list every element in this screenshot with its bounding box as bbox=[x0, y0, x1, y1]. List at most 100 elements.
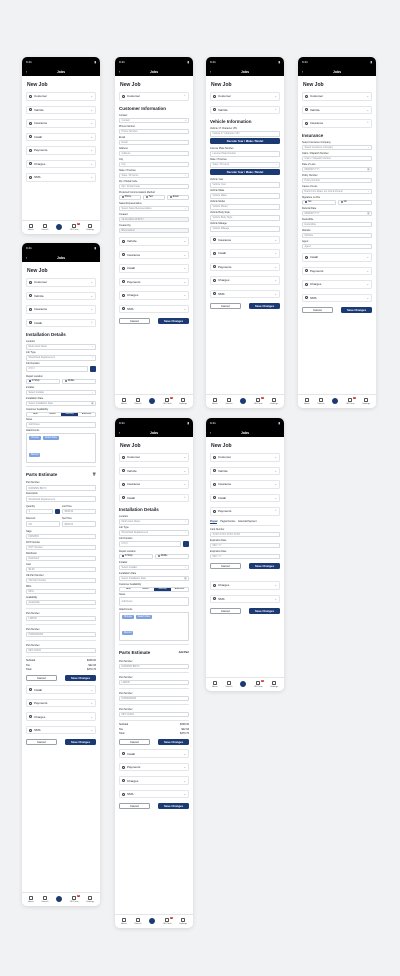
installation-date-field[interactable]: Select Installation Date ▦ bbox=[119, 575, 189, 581]
save-button[interactable]: Save Changes bbox=[65, 739, 96, 746]
contact-field[interactable]: Contact + bbox=[119, 117, 189, 123]
section-customer[interactable]: Customer ⌄ bbox=[210, 453, 280, 462]
deductible-field[interactable]: Deductible bbox=[302, 221, 372, 227]
section-charges[interactable]: Charges ⌄ bbox=[302, 280, 372, 289]
year-field[interactable]: Vehicle Year bbox=[210, 182, 280, 188]
nav-oe-parts[interactable]: 2 OE Parts bbox=[254, 396, 264, 405]
avail-morning[interactable]: Morning bbox=[61, 412, 78, 416]
section-sms[interactable]: SMS ⌄ bbox=[26, 725, 96, 735]
body-field[interactable]: Vehicle Body Style bbox=[210, 215, 280, 221]
section-install[interactable]: Install ⌄ bbox=[119, 264, 189, 273]
back-icon[interactable]: ‹ bbox=[26, 256, 27, 260]
jobtype-select[interactable]: Windshield Replacement ⌄ bbox=[119, 530, 189, 536]
section-payments[interactable]: Payments ⌄ bbox=[302, 266, 372, 275]
avail-after[interactable]: After bbox=[120, 588, 137, 591]
attach-files-button[interactable]: Attach Files bbox=[135, 614, 152, 619]
pref-text[interactable]: Text bbox=[143, 194, 165, 200]
zip-field[interactable]: Zip / Postal Code bbox=[119, 183, 189, 189]
back-icon[interactable]: ‹ bbox=[119, 70, 120, 74]
part-row-field[interactable]: MF3 CGM1 bbox=[119, 711, 189, 718]
distributor-field[interactable]: Distributor bbox=[26, 555, 96, 562]
nav-settings[interactable]: Settings bbox=[362, 398, 370, 405]
plate-state-select[interactable]: State / Province ⌄ bbox=[210, 162, 280, 168]
section-sms[interactable]: SMS ⌄ bbox=[302, 293, 372, 302]
cause-select[interactable]: Rock From Road, Ice Crat & Pursuit ⌄ bbox=[302, 188, 372, 194]
jobtype-select[interactable]: Windshield Replacement ⌄ bbox=[26, 355, 96, 361]
nav-add[interactable] bbox=[240, 681, 246, 688]
city-field[interactable]: City bbox=[119, 161, 189, 167]
sig-yes[interactable]: Yes bbox=[302, 199, 336, 205]
part-number-field[interactable]: DW02581 BRYN bbox=[26, 485, 96, 491]
section-install[interactable]: Install ⌄ bbox=[210, 493, 280, 502]
section-vehicle[interactable]: Vehicle ⌄ bbox=[302, 105, 372, 114]
section-vehicle[interactable]: Vehicle ⌄ bbox=[119, 466, 189, 475]
installer-select[interactable]: Select Installer ⌄ bbox=[26, 389, 96, 395]
choose-button[interactable]: Choose bbox=[29, 436, 41, 440]
record-button[interactable]: Record bbox=[29, 452, 41, 457]
cost-field[interactable]: $0.00 bbox=[26, 566, 96, 573]
section-charges[interactable]: Charges ⌄ bbox=[26, 712, 96, 721]
nav-oe-parts[interactable]: 2 OE Parts bbox=[163, 916, 173, 925]
section-install[interactable]: Install ⌄ bbox=[119, 749, 189, 758]
email-field[interactable]: Email bbox=[119, 139, 189, 145]
nav-search[interactable]: Search bbox=[41, 224, 48, 231]
section-payments[interactable]: Payments ⌄ bbox=[119, 277, 189, 286]
section-insurance[interactable]: Insurance ⌄ bbox=[210, 480, 280, 489]
location-select[interactable]: Metro Auto Glass ⌄ bbox=[119, 519, 189, 525]
section-install[interactable]: Install ⌄ bbox=[26, 132, 96, 141]
section-vehicle[interactable]: Vehicle ⌄ bbox=[210, 466, 280, 475]
back-icon[interactable]: ‹ bbox=[302, 70, 303, 74]
clock-icon[interactable] bbox=[90, 366, 96, 372]
save-button[interactable]: Save Changes bbox=[249, 608, 280, 614]
save-button[interactable]: Save Changes bbox=[158, 739, 189, 746]
decode-plate-button[interactable]: Decode Year / Make / Model bbox=[210, 169, 280, 175]
nags-field[interactable]: FW02581 bbox=[26, 533, 96, 540]
section-payments[interactable]: Payments ⌄ bbox=[26, 698, 96, 708]
save-button[interactable]: Save Changes bbox=[65, 675, 96, 682]
save-button[interactable]: Save Changes bbox=[341, 307, 372, 313]
nav-home[interactable]: Home bbox=[28, 896, 34, 903]
nav-oe-parts[interactable]: 2 OE Parts bbox=[346, 396, 356, 405]
save-button[interactable]: Save Changes bbox=[249, 563, 280, 569]
part-row-field[interactable]: MF3 CGM1 bbox=[26, 647, 96, 654]
section-insurance[interactable]: Insurance ⌃ bbox=[302, 119, 372, 128]
quantity-field[interactable]: 1 bbox=[26, 508, 53, 515]
section-sms[interactable]: SMS ⌄ bbox=[119, 304, 189, 313]
nav-settings[interactable]: Settings bbox=[86, 224, 94, 231]
section-install[interactable]: Install ⌄ bbox=[26, 685, 96, 694]
cancel-button[interactable]: Cancel bbox=[210, 563, 241, 569]
cancel-button[interactable]: Cancel bbox=[302, 307, 333, 313]
plus-icon[interactable]: + bbox=[185, 119, 186, 122]
loss-date-field[interactable]: MM/DD/YYYY ▦ bbox=[302, 166, 372, 172]
avail-afternoon[interactable]: Afternoon bbox=[171, 588, 188, 591]
repair-in-shop[interactable]: In Shop bbox=[26, 378, 60, 384]
avail-afternoon[interactable]: Afternoon bbox=[78, 413, 95, 416]
section-insurance[interactable]: Insurance ⌄ bbox=[119, 480, 189, 489]
vin-field[interactable]: Vehicle 17 Character VIN bbox=[210, 131, 280, 137]
nav-home[interactable]: Home bbox=[212, 398, 218, 405]
back-icon[interactable]: ‹ bbox=[26, 70, 27, 74]
list-price-field[interactable]: $338.00 bbox=[62, 508, 96, 515]
section-install[interactable]: Install ⌄ bbox=[210, 249, 280, 258]
nav-add[interactable] bbox=[56, 896, 62, 903]
cancel-button[interactable]: Cancel bbox=[210, 608, 241, 614]
nav-home[interactable]: Home bbox=[121, 918, 127, 925]
part-row-field[interactable]: HW00000000 bbox=[119, 695, 189, 702]
repair-mobile[interactable]: Mobile bbox=[155, 553, 189, 559]
section-vehicle[interactable]: Vehicle ⌄ bbox=[26, 291, 96, 300]
attach-files-button[interactable]: Attach Files bbox=[42, 436, 59, 440]
mfg-field[interactable]: MFG bbox=[26, 588, 96, 595]
discount-field[interactable]: 0% bbox=[26, 521, 60, 527]
description-field[interactable]: Windshield Replacement bbox=[26, 496, 96, 502]
nav-add[interactable] bbox=[240, 398, 246, 405]
nav-add[interactable] bbox=[332, 398, 338, 405]
nav-home[interactable]: Home bbox=[28, 224, 34, 231]
cancel-button[interactable]: Cancel bbox=[26, 739, 57, 746]
avail-before[interactable]: Before bbox=[44, 413, 61, 416]
model-field[interactable]: Vehicle Model bbox=[210, 204, 280, 210]
nav-search[interactable]: Search bbox=[225, 681, 232, 688]
notes-field[interactable]: Add Notes bbox=[119, 597, 189, 606]
save-button[interactable]: Save Changes bbox=[249, 303, 280, 309]
duration-field[interactable]: 2.5 hr bbox=[119, 541, 181, 547]
section-customer[interactable]: Customer ⌄ bbox=[26, 278, 96, 287]
